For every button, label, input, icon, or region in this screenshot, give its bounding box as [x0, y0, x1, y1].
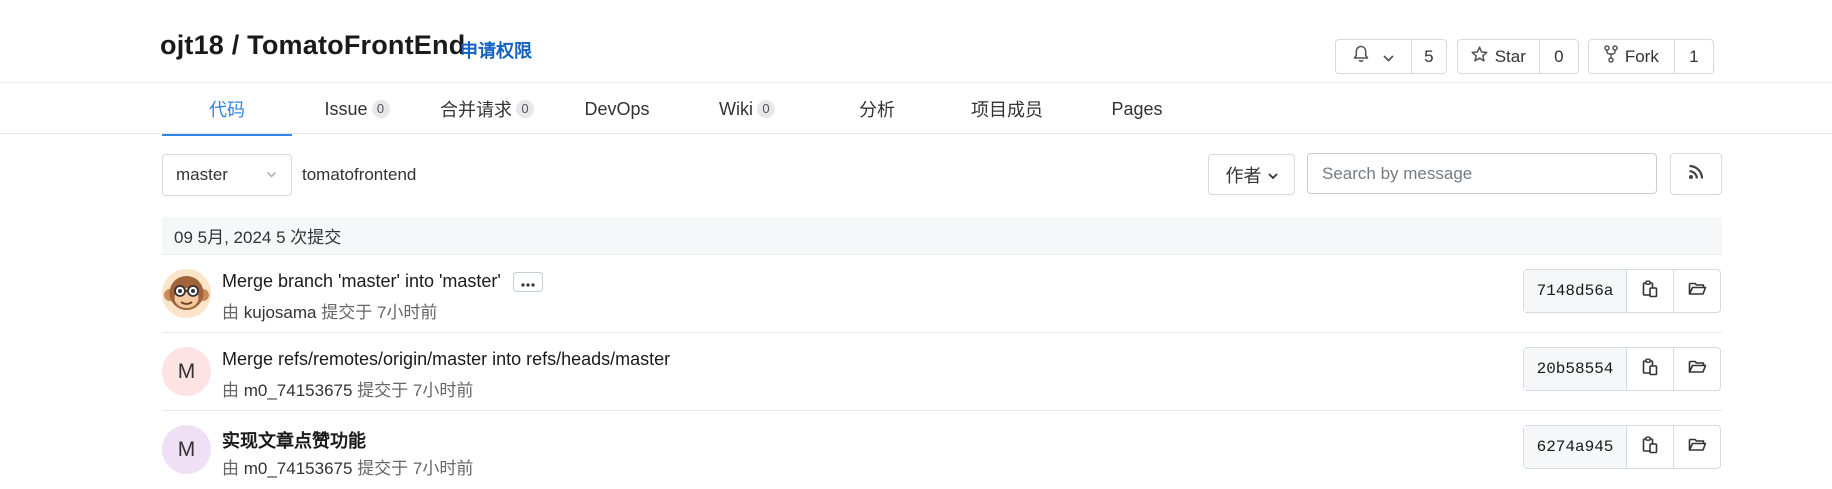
copy-sha-button[interactable] — [1626, 426, 1673, 468]
commit-actions: 7148d56a — [1523, 269, 1721, 313]
repo-title[interactable]: ojt18 / TomatoFrontEnd — [160, 30, 465, 61]
repo-separator: / — [224, 30, 248, 60]
tab-merge-requests[interactable]: 合并请求 0 — [422, 83, 552, 135]
watch-button[interactable] — [1336, 40, 1411, 73]
tab-count-badge: 0 — [516, 100, 534, 118]
commit-time: 提交于 7小时前 — [357, 459, 474, 478]
tab-label: Issue — [324, 98, 368, 119]
chevron-down-icon — [266, 167, 277, 187]
browse-files-button[interactable] — [1673, 426, 1720, 468]
chevron-down-icon — [1383, 47, 1394, 67]
tab-label: 代码 — [209, 100, 245, 120]
star-button[interactable]: Star — [1458, 40, 1539, 73]
commit-title: Merge refs/remotes/origin/master into re… — [222, 349, 670, 370]
folder-icon — [1688, 281, 1707, 301]
tab-label: Wiki — [719, 98, 753, 119]
copy-icon — [1642, 280, 1658, 303]
avatar[interactable] — [162, 269, 211, 318]
copy-sha-button[interactable] — [1626, 270, 1673, 312]
watch-count[interactable]: 5 — [1410, 40, 1446, 73]
copy-sha-button[interactable] — [1626, 348, 1673, 390]
commit-time: 提交于 7小时前 — [321, 303, 438, 322]
commit-title: Merge branch 'master' into 'master' — [222, 271, 543, 292]
repo-name[interactable]: TomatoFrontEnd — [247, 30, 465, 60]
commit-row: M 实现文章点赞功能 由 m0_74153675 提交于 7小时前 6274a9… — [162, 411, 1722, 489]
commit-row: M Merge refs/remotes/origin/master into … — [162, 333, 1722, 411]
tab-analytics[interactable]: 分析 — [812, 83, 942, 135]
avatar-letter: M — [177, 359, 196, 383]
commit-author[interactable]: m0_74153675 — [244, 459, 353, 478]
copy-icon — [1642, 358, 1658, 381]
avatar[interactable]: M — [162, 347, 211, 396]
star-count[interactable]: 0 — [1538, 40, 1578, 73]
breadcrumb-path[interactable]: tomatofrontend — [302, 165, 416, 185]
tab-members[interactable]: 项目成员 — [942, 83, 1072, 135]
commit-author[interactable]: m0_74153675 — [244, 381, 353, 400]
commit-meta: 由 m0_74153675 提交于 7小时前 — [222, 376, 473, 401]
tab-count-badge: 0 — [371, 100, 390, 118]
tab-devops[interactable]: DevOps — [552, 83, 682, 135]
commit-actions: 20b58554 — [1523, 347, 1721, 391]
fork-count[interactable]: 1 — [1673, 40, 1713, 73]
tab-pages[interactable]: Pages — [1072, 83, 1202, 135]
repo-tabs: 代码 Issue 0 合并请求 0 DevOps Wiki 0 分析 项目成员 Pag… — [0, 82, 1832, 136]
folder-icon — [1688, 359, 1707, 379]
tab-label: 项目成员 — [971, 100, 1043, 120]
commit-title-link[interactable]: Merge refs/remotes/origin/master into re… — [222, 349, 670, 370]
tab-count-badge: 0 — [757, 100, 775, 118]
commit-title-link[interactable]: Merge branch 'master' into 'master' — [222, 271, 501, 292]
fork-label: Fork — [1624, 46, 1659, 66]
tab-issue[interactable]: Issue 0 — [292, 83, 422, 135]
star-icon — [1471, 45, 1488, 68]
tab-label: 分析 — [859, 100, 895, 120]
tab-label: 合并请求 — [440, 100, 512, 120]
rss-icon — [1688, 164, 1704, 185]
commit-meta: 由 kujosama 提交于 7小时前 — [222, 298, 437, 323]
author-filter-label: 作者 — [1225, 165, 1262, 186]
commit-meta: 由 m0_74153675 提交于 7小时前 — [222, 454, 473, 479]
fork-button[interactable]: Fork — [1589, 40, 1674, 73]
commit-title: 实现文章点赞功能 — [222, 427, 366, 453]
commit-author[interactable]: kujosama — [244, 303, 317, 322]
commit-row: Merge branch 'master' into 'master' 由 ku… — [162, 255, 1722, 333]
avatar-letter: M — [177, 437, 196, 461]
rss-button[interactable] — [1670, 153, 1722, 195]
avatar[interactable]: M — [162, 425, 211, 474]
repo-owner[interactable]: ojt18 — [160, 30, 224, 60]
tab-wiki[interactable]: Wiki 0 — [682, 83, 812, 135]
browse-files-button[interactable] — [1673, 348, 1720, 390]
author-filter-dropdown[interactable]: 作者 — [1208, 154, 1295, 195]
expand-message-button[interactable] — [512, 271, 543, 292]
star-button-group: Star 0 — [1457, 39, 1579, 74]
commit-day-header: 09 5月, 2024 5 次提交 — [162, 217, 1722, 255]
commit-sha[interactable]: 20b58554 — [1524, 348, 1626, 390]
star-label: Star — [1494, 46, 1526, 66]
commit-title-link[interactable]: 实现文章点赞功能 — [222, 427, 366, 453]
tab-code[interactable]: 代码 — [162, 83, 292, 136]
bell-icon — [1353, 45, 1369, 68]
commit-sha[interactable]: 6274a945 — [1524, 426, 1626, 468]
copy-icon — [1642, 436, 1658, 459]
fork-button-group: Fork 1 — [1588, 39, 1714, 74]
watch-button-group: 5 — [1335, 39, 1447, 74]
commit-time: 提交于 7小时前 — [357, 381, 474, 400]
commit-by: 由 — [222, 459, 239, 478]
chevron-down-icon — [1267, 164, 1278, 185]
repo-header: ojt18 / TomatoFrontEnd 申请权限 5 Star 0 For — [0, 0, 1832, 82]
search-input[interactable] — [1307, 153, 1657, 194]
tab-label: Pages — [1111, 98, 1163, 119]
apply-permission-link[interactable]: 申请权限 — [460, 37, 532, 63]
more-icon — [521, 271, 535, 292]
commit-by: 由 — [222, 303, 239, 322]
folder-icon — [1688, 437, 1707, 457]
browse-files-button[interactable] — [1673, 270, 1720, 312]
commit-sha[interactable]: 7148d56a — [1524, 270, 1626, 312]
branch-name: master — [176, 165, 228, 184]
commit-by: 由 — [222, 381, 239, 400]
tab-label: DevOps — [584, 98, 650, 119]
commit-actions: 6274a945 — [1523, 425, 1721, 469]
branch-select[interactable]: master — [162, 154, 292, 196]
fork-icon — [1604, 45, 1618, 68]
